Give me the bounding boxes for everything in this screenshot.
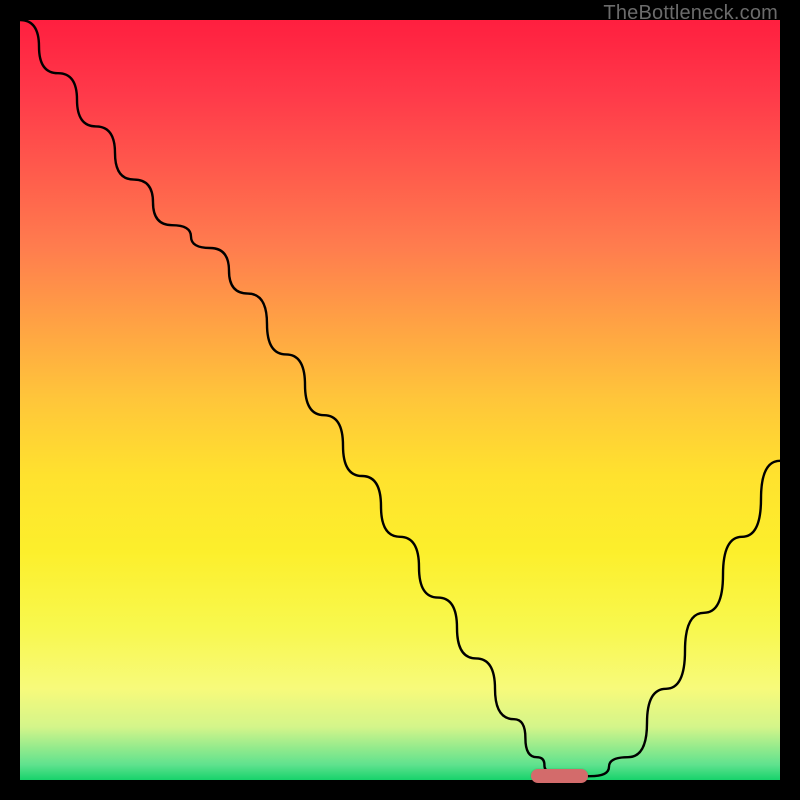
watermark-text: TheBottleneck.com bbox=[603, 2, 778, 25]
optimal-marker bbox=[531, 769, 589, 783]
curve-path bbox=[20, 20, 780, 776]
bottleneck-curve bbox=[20, 20, 780, 780]
plot-area bbox=[20, 20, 780, 780]
chart-frame: TheBottleneck.com bbox=[0, 0, 800, 800]
